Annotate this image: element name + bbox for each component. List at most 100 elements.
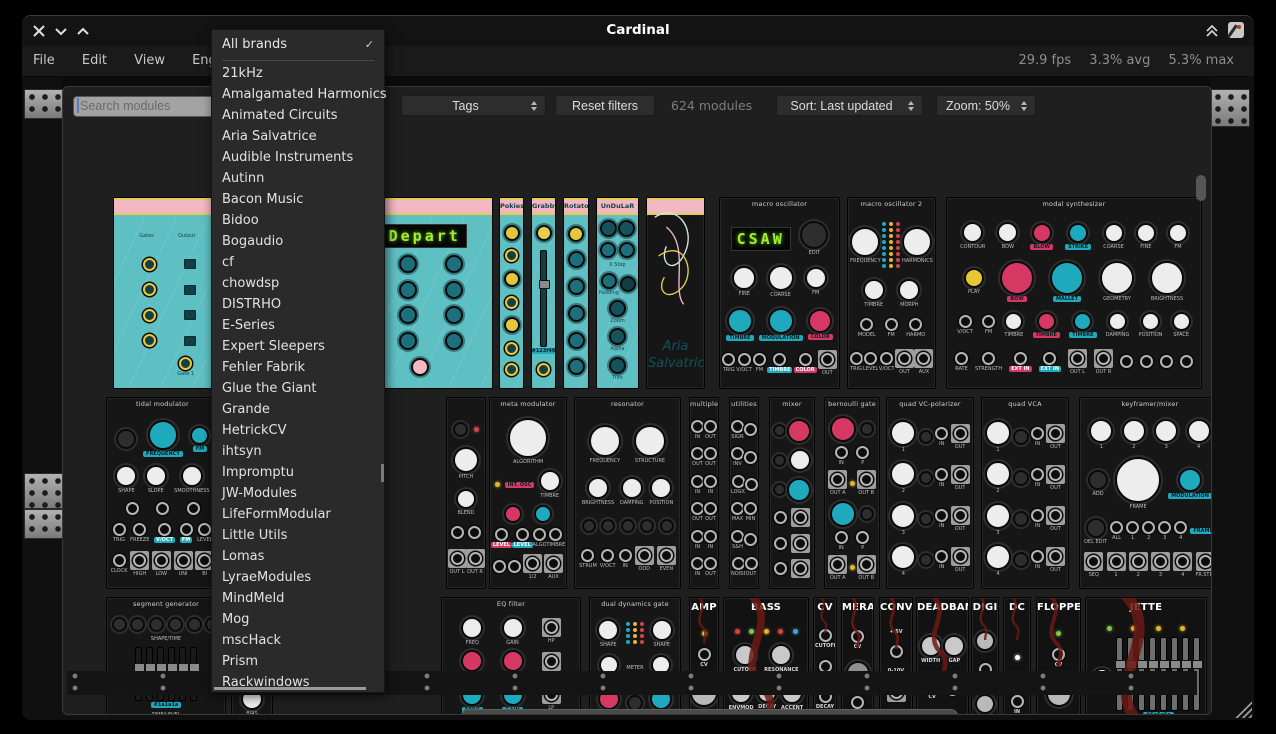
module-card[interactable]: Aria Salvatrice	[646, 197, 705, 389]
knob[interactable]	[1037, 312, 1056, 331]
knob[interactable]	[768, 265, 794, 291]
knob[interactable]	[1187, 419, 1211, 443]
jack-port[interactable]	[704, 420, 717, 433]
knob[interactable]	[773, 483, 786, 496]
jack-port[interactable]	[864, 352, 877, 365]
knob[interactable]	[190, 426, 209, 445]
jack-port[interactable]	[732, 475, 745, 488]
jack-port[interactable]	[821, 353, 834, 366]
jack-port[interactable]	[1031, 468, 1044, 481]
knob[interactable]	[504, 505, 522, 523]
jack-port[interactable]	[935, 468, 948, 481]
module-card-flopper[interactable]: FLOPPERCVIN	[1036, 597, 1081, 715]
dropdown-scrollbar-bottom[interactable]	[214, 687, 366, 691]
jack-port[interactable]	[744, 533, 757, 546]
module-card-dc[interactable]: DCIN	[1003, 597, 1031, 715]
brand-menu-item-selected[interactable]: All brands ✓	[212, 30, 384, 57]
knob[interactable]	[504, 317, 520, 333]
knob[interactable]	[1150, 261, 1184, 295]
jack-port[interactable]	[505, 363, 518, 376]
module-card-conv[interactable]: CONV+ 5V0-10V0-10V	[879, 597, 913, 715]
jack-port[interactable]	[505, 342, 518, 355]
jack-port[interactable]	[835, 531, 848, 544]
knob[interactable]	[399, 332, 417, 350]
knob[interactable]	[773, 454, 786, 467]
jack-port[interactable]	[738, 353, 751, 366]
knob[interactable]	[1115, 457, 1161, 503]
brand-menu-item[interactable]: Bidoo	[212, 210, 384, 231]
module-card[interactable]: Pokies	[499, 197, 524, 389]
jack-port[interactable]	[545, 621, 558, 634]
knob[interactable]	[609, 300, 626, 317]
module-card-tidal-modulator[interactable]: tidal modulatorFREQUENCYFMSHAPESLOPESMOO…	[106, 397, 219, 589]
menu-item-edit[interactable]: Edit	[71, 46, 118, 68]
jack-port[interactable]	[1174, 521, 1187, 534]
jack-port[interactable]	[1142, 521, 1155, 534]
knob[interactable]	[830, 501, 856, 527]
brand-menu-item[interactable]: Fehler Fabrik	[212, 357, 384, 378]
jack-port[interactable]	[831, 473, 844, 486]
knob[interactable]	[770, 644, 792, 666]
jack-port[interactable]	[704, 502, 717, 515]
brand-menu-item[interactable]: Glue the Giant	[212, 378, 384, 399]
brand-menu-item[interactable]: Audible Instruments	[212, 147, 384, 168]
knob[interactable]	[890, 420, 916, 446]
knob[interactable]	[773, 424, 786, 437]
brand-menu-item[interactable]: chowdsp	[212, 273, 384, 294]
menu-item-view[interactable]: View	[123, 46, 176, 68]
jack-port[interactable]	[179, 357, 192, 370]
jack-port[interactable]	[1049, 427, 1062, 440]
jack-port[interactable]	[731, 502, 744, 515]
knob[interactable]	[1168, 223, 1188, 243]
jack-port[interactable]	[959, 315, 972, 328]
knob[interactable]	[805, 267, 827, 289]
jack-port[interactable]	[177, 554, 190, 567]
knob[interactable]	[890, 461, 916, 487]
jack-port[interactable]	[860, 473, 873, 486]
knob[interactable]	[943, 635, 965, 657]
module-card-bass[interactable]: BASSCUTOFFRESONANCEENVMODDECAYACCENTACCE…	[723, 597, 809, 715]
knob[interactable]	[411, 358, 429, 376]
knob[interactable]	[902, 227, 932, 257]
jack-port[interactable]	[885, 318, 898, 331]
knob[interactable]	[1088, 470, 1108, 490]
knob[interactable]	[601, 273, 617, 289]
jack-port[interactable]	[1052, 648, 1065, 661]
jack-port[interactable]	[954, 427, 967, 440]
collapse-all-icon[interactable]	[1204, 23, 1220, 39]
knob[interactable]	[568, 226, 584, 242]
jack-port[interactable]	[935, 427, 948, 440]
knob[interactable]	[568, 332, 585, 349]
knob[interactable]	[456, 489, 476, 509]
jack-port[interactable]	[794, 511, 807, 524]
knob[interactable]	[568, 278, 585, 295]
knob[interactable]	[461, 617, 483, 639]
module-card-cv[interactable]: CVCUTOFFRESDECAYENVMOD	[813, 597, 837, 715]
knob[interactable]	[168, 617, 183, 632]
jack-port[interactable]	[1031, 427, 1044, 440]
knob[interactable]	[618, 220, 635, 237]
jack-port[interactable]	[691, 557, 704, 570]
jack-port[interactable]	[451, 552, 464, 565]
module-card-dual-dynamics-gate[interactable]: dual dynamics gateSHAPESHAPEMODMETERMODL…	[589, 597, 681, 715]
jack-port[interactable]	[955, 352, 968, 365]
knob[interactable]	[399, 255, 417, 273]
jack-port[interactable]	[187, 502, 200, 515]
jack-port[interactable]	[493, 560, 506, 573]
knob[interactable]	[445, 255, 463, 273]
module-card-resonator[interactable]: resonatorFREQUENCYSTRUCTUREBRIGHTNESSDAM…	[574, 397, 681, 589]
jack-port[interactable]	[180, 523, 193, 536]
knob[interactable]	[1068, 223, 1088, 243]
module-card-macro-oscillator-2[interactable]: macro oscillator 2FREQUENCYHARMONICSTIMB…	[847, 197, 936, 389]
jack-port[interactable]	[909, 318, 922, 331]
module-card-multiples[interactable]: multiplesINOUTOUTOUTININOUTOUTINININOUT	[689, 397, 719, 589]
jack-port[interactable]	[935, 509, 948, 522]
knob[interactable]	[920, 635, 942, 657]
knob[interactable]	[985, 503, 1011, 529]
jack-port[interactable]	[1176, 555, 1189, 568]
jack-port[interactable]	[1011, 695, 1024, 708]
module-card[interactable]: Grabby#123f46	[531, 197, 556, 389]
jack-port[interactable]	[619, 549, 632, 562]
knob[interactable]	[130, 617, 145, 632]
brand-menu-item[interactable]: mscHack	[212, 630, 384, 651]
